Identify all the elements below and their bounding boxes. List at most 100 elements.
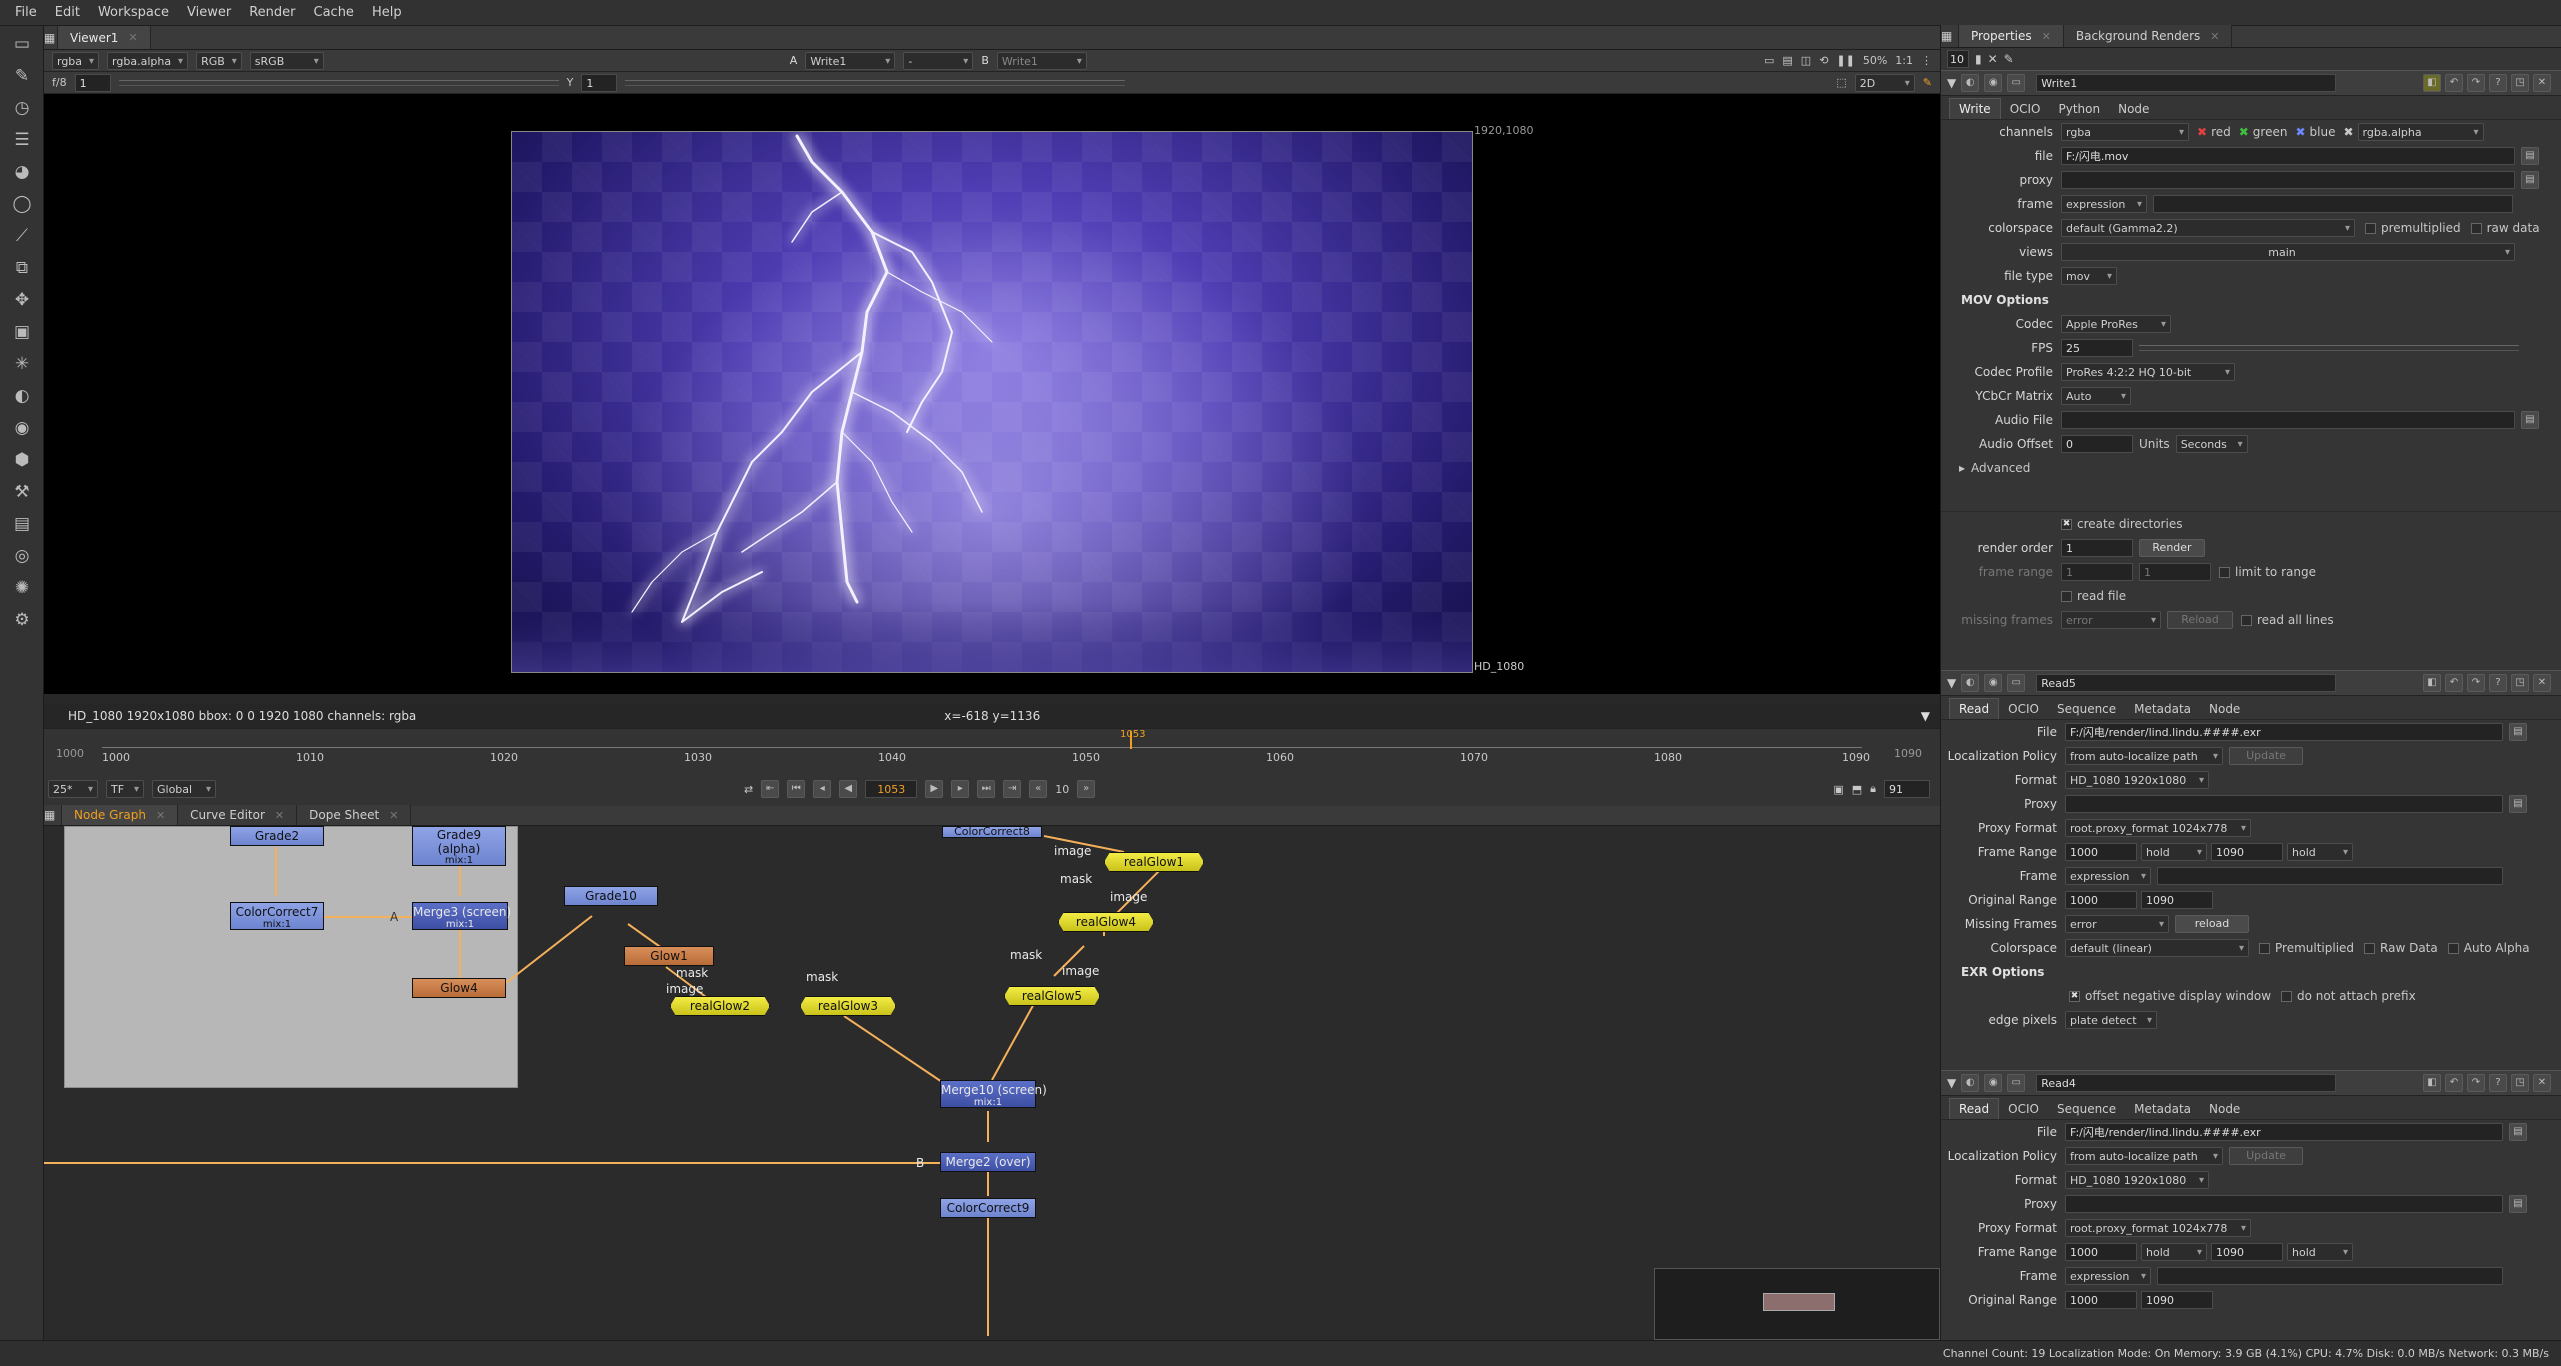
proxy-icon[interactable]: ▤: [1782, 54, 1792, 67]
orig-end-field[interactable]: 1090: [2141, 891, 2213, 909]
lock-icon[interactable]: 🔒︎: [1870, 782, 1876, 796]
tab-properties[interactable]: Properties ✕: [1959, 25, 2064, 47]
tf-dropdown[interactable]: TF: [106, 780, 144, 798]
tab-node-graph[interactable]: Node Graph ✕: [62, 805, 179, 825]
collapse-icon[interactable]: ▼: [1947, 76, 1956, 90]
centre-node-icon[interactable]: ▭: [2007, 674, 2026, 692]
a-input-dropdown[interactable]: Write1: [805, 51, 896, 70]
render-button[interactable]: Render: [2139, 539, 2205, 557]
range-scope-dropdown[interactable]: Global: [152, 780, 216, 798]
ratio-value[interactable]: 1:1: [1895, 54, 1913, 67]
render-order-field[interactable]: 1: [2061, 539, 2133, 557]
help-icon[interactable]: ?: [2489, 1074, 2507, 1092]
file-path-field[interactable]: F:/闪电/render/lind.lindu.####.exr: [2065, 723, 2503, 741]
proxy-path-field[interactable]: [2065, 795, 2503, 813]
menu-cache[interactable]: Cache: [305, 5, 363, 20]
b-input-dropdown[interactable]: Write1: [996, 51, 1087, 70]
audio-offset-field[interactable]: 0: [2061, 435, 2133, 453]
frame-expression-field[interactable]: [2157, 867, 2503, 885]
max-panels-field[interactable]: 10: [1947, 50, 1969, 68]
frame-mode-dropdown[interactable]: expression: [2065, 1267, 2151, 1285]
node-graph-canvas[interactable]: Grade2 Grade9 (alpha) mix:1 ColorCorrect…: [44, 826, 1940, 1340]
node-name-field[interactable]: Read5: [2036, 674, 2337, 692]
redo-icon[interactable]: ↷: [2467, 674, 2485, 692]
node-colorcorrect7[interactable]: ColorCorrect7 mix:1: [230, 902, 324, 930]
close-icon[interactable]: ✕: [2533, 674, 2551, 692]
fstop-field[interactable]: 1: [74, 73, 111, 92]
tab-node[interactable]: Node: [2200, 699, 2249, 719]
fps-slider[interactable]: [2139, 345, 2519, 351]
expand-arrow-icon[interactable]: ▸: [1959, 461, 1965, 475]
node-merge2[interactable]: Merge2 (over): [940, 1152, 1036, 1172]
frame-range-start-field[interactable]: 1: [2061, 563, 2133, 581]
node-glow1[interactable]: Glow1: [624, 946, 714, 966]
redo-icon[interactable]: ↷: [2467, 1074, 2485, 1092]
reload-button[interactable]: Reload: [2167, 611, 2233, 629]
help-icon[interactable]: ?: [2489, 74, 2507, 92]
localization-dropdown[interactable]: from auto-localize path: [2065, 747, 2223, 765]
after-dropdown[interactable]: hold: [2287, 843, 2353, 861]
filter-icon[interactable]: ◯: [6, 190, 38, 218]
view-mode-icon[interactable]: ⬚: [1836, 76, 1846, 89]
play-forward-icon[interactable]: ▶: [925, 780, 944, 798]
node-grade2[interactable]: Grade2: [230, 826, 324, 846]
range-end-field[interactable]: 1090: [2211, 843, 2283, 861]
range-start-field[interactable]: 1000: [2065, 843, 2137, 861]
tab-background-renders[interactable]: Background Renders ✕: [2063, 25, 2233, 47]
frame-mode-dropdown[interactable]: expression: [2061, 195, 2147, 213]
alpha-channel-dropdown[interactable]: rgba.alpha: [2357, 123, 2484, 141]
proxy-path-field[interactable]: [2065, 1195, 2503, 1213]
tab-sequence[interactable]: Sequence: [2048, 1099, 2125, 1119]
premultiplied-checkbox[interactable]: [2365, 223, 2376, 234]
wipe-icon[interactable]: ◫: [1801, 54, 1811, 67]
zoom-value[interactable]: 50%: [1863, 54, 1887, 67]
green-check-icon[interactable]: ✖: [2239, 125, 2249, 139]
tab-write[interactable]: Write: [1949, 98, 2001, 119]
draw-icon[interactable]: ✎: [6, 62, 38, 90]
loop-icon[interactable]: ⇄: [744, 783, 753, 796]
minimap-viewport[interactable]: [1763, 1293, 1835, 1311]
fps-dropdown[interactable]: 25*: [48, 780, 98, 798]
lut-dropdown[interactable]: sRGB: [249, 51, 324, 70]
read-file-checkbox[interactable]: [2061, 590, 2072, 602]
step-back-icon[interactable]: ◂: [813, 780, 832, 798]
close-icon[interactable]: ✕: [2042, 30, 2051, 43]
close-icon[interactable]: ✕: [2533, 74, 2551, 92]
node-realglow1[interactable]: realGlow1: [1104, 852, 1204, 872]
update-button[interactable]: Update: [2229, 747, 2303, 765]
node-realglow5[interactable]: realGlow5: [1004, 986, 1100, 1006]
flipbook-icon[interactable]: ▣: [1833, 783, 1843, 796]
node-color-icon[interactable]: ◐: [1961, 674, 1980, 692]
toolsets-icon[interactable]: ⚒: [6, 478, 38, 506]
node-grade10[interactable]: Grade10: [564, 886, 658, 906]
color-icon[interactable]: ◕: [6, 158, 38, 186]
node-merge3[interactable]: Merge3 (screen) mix:1: [412, 902, 511, 930]
file-path-field[interactable]: F:/闪电.mov: [2061, 147, 2515, 165]
paint-icon[interactable]: ✎: [1923, 76, 1932, 89]
ycbcr-dropdown[interactable]: Auto: [2061, 387, 2131, 405]
limit-range-checkbox[interactable]: [2219, 567, 2230, 578]
image-icon[interactable]: ▭: [6, 30, 38, 58]
menu-render[interactable]: Render: [240, 5, 304, 20]
gamma-slider[interactable]: [625, 79, 1126, 86]
node-name-field[interactable]: Read4: [2036, 1074, 2337, 1092]
more-icon[interactable]: ⋮: [1921, 54, 1932, 67]
float-panel-icon[interactable]: ◳: [2511, 74, 2529, 92]
node-realglow2[interactable]: realGlow2: [670, 996, 770, 1016]
proxy-format-dropdown[interactable]: root.proxy_format 1024x778: [2065, 1219, 2251, 1237]
codec-dropdown[interactable]: Apple ProRes: [2061, 315, 2171, 333]
pane-menu-icon[interactable]: ▦: [1941, 25, 1959, 47]
pane-menu-icon[interactable]: ▦: [44, 26, 58, 49]
node-name-field[interactable]: Write1: [2036, 74, 2337, 92]
tab-python[interactable]: Python: [2050, 99, 2110, 119]
centre-node-icon[interactable]: ▭: [2007, 74, 2026, 92]
lock-icon[interactable]: ▮: [1975, 52, 1982, 66]
close-icon[interactable]: ✕: [2210, 30, 2219, 43]
tile-color-icon[interactable]: ◧: [2423, 1074, 2441, 1092]
menu-help[interactable]: Help: [363, 5, 411, 20]
premultiplied-checkbox[interactable]: [2259, 943, 2270, 954]
tab-metadata[interactable]: Metadata: [2125, 1099, 2200, 1119]
close-icon[interactable]: ✕: [156, 809, 165, 822]
folder-icon[interactable]: ▤: [2521, 411, 2539, 429]
red-check-icon[interactable]: ✖: [2197, 125, 2207, 139]
